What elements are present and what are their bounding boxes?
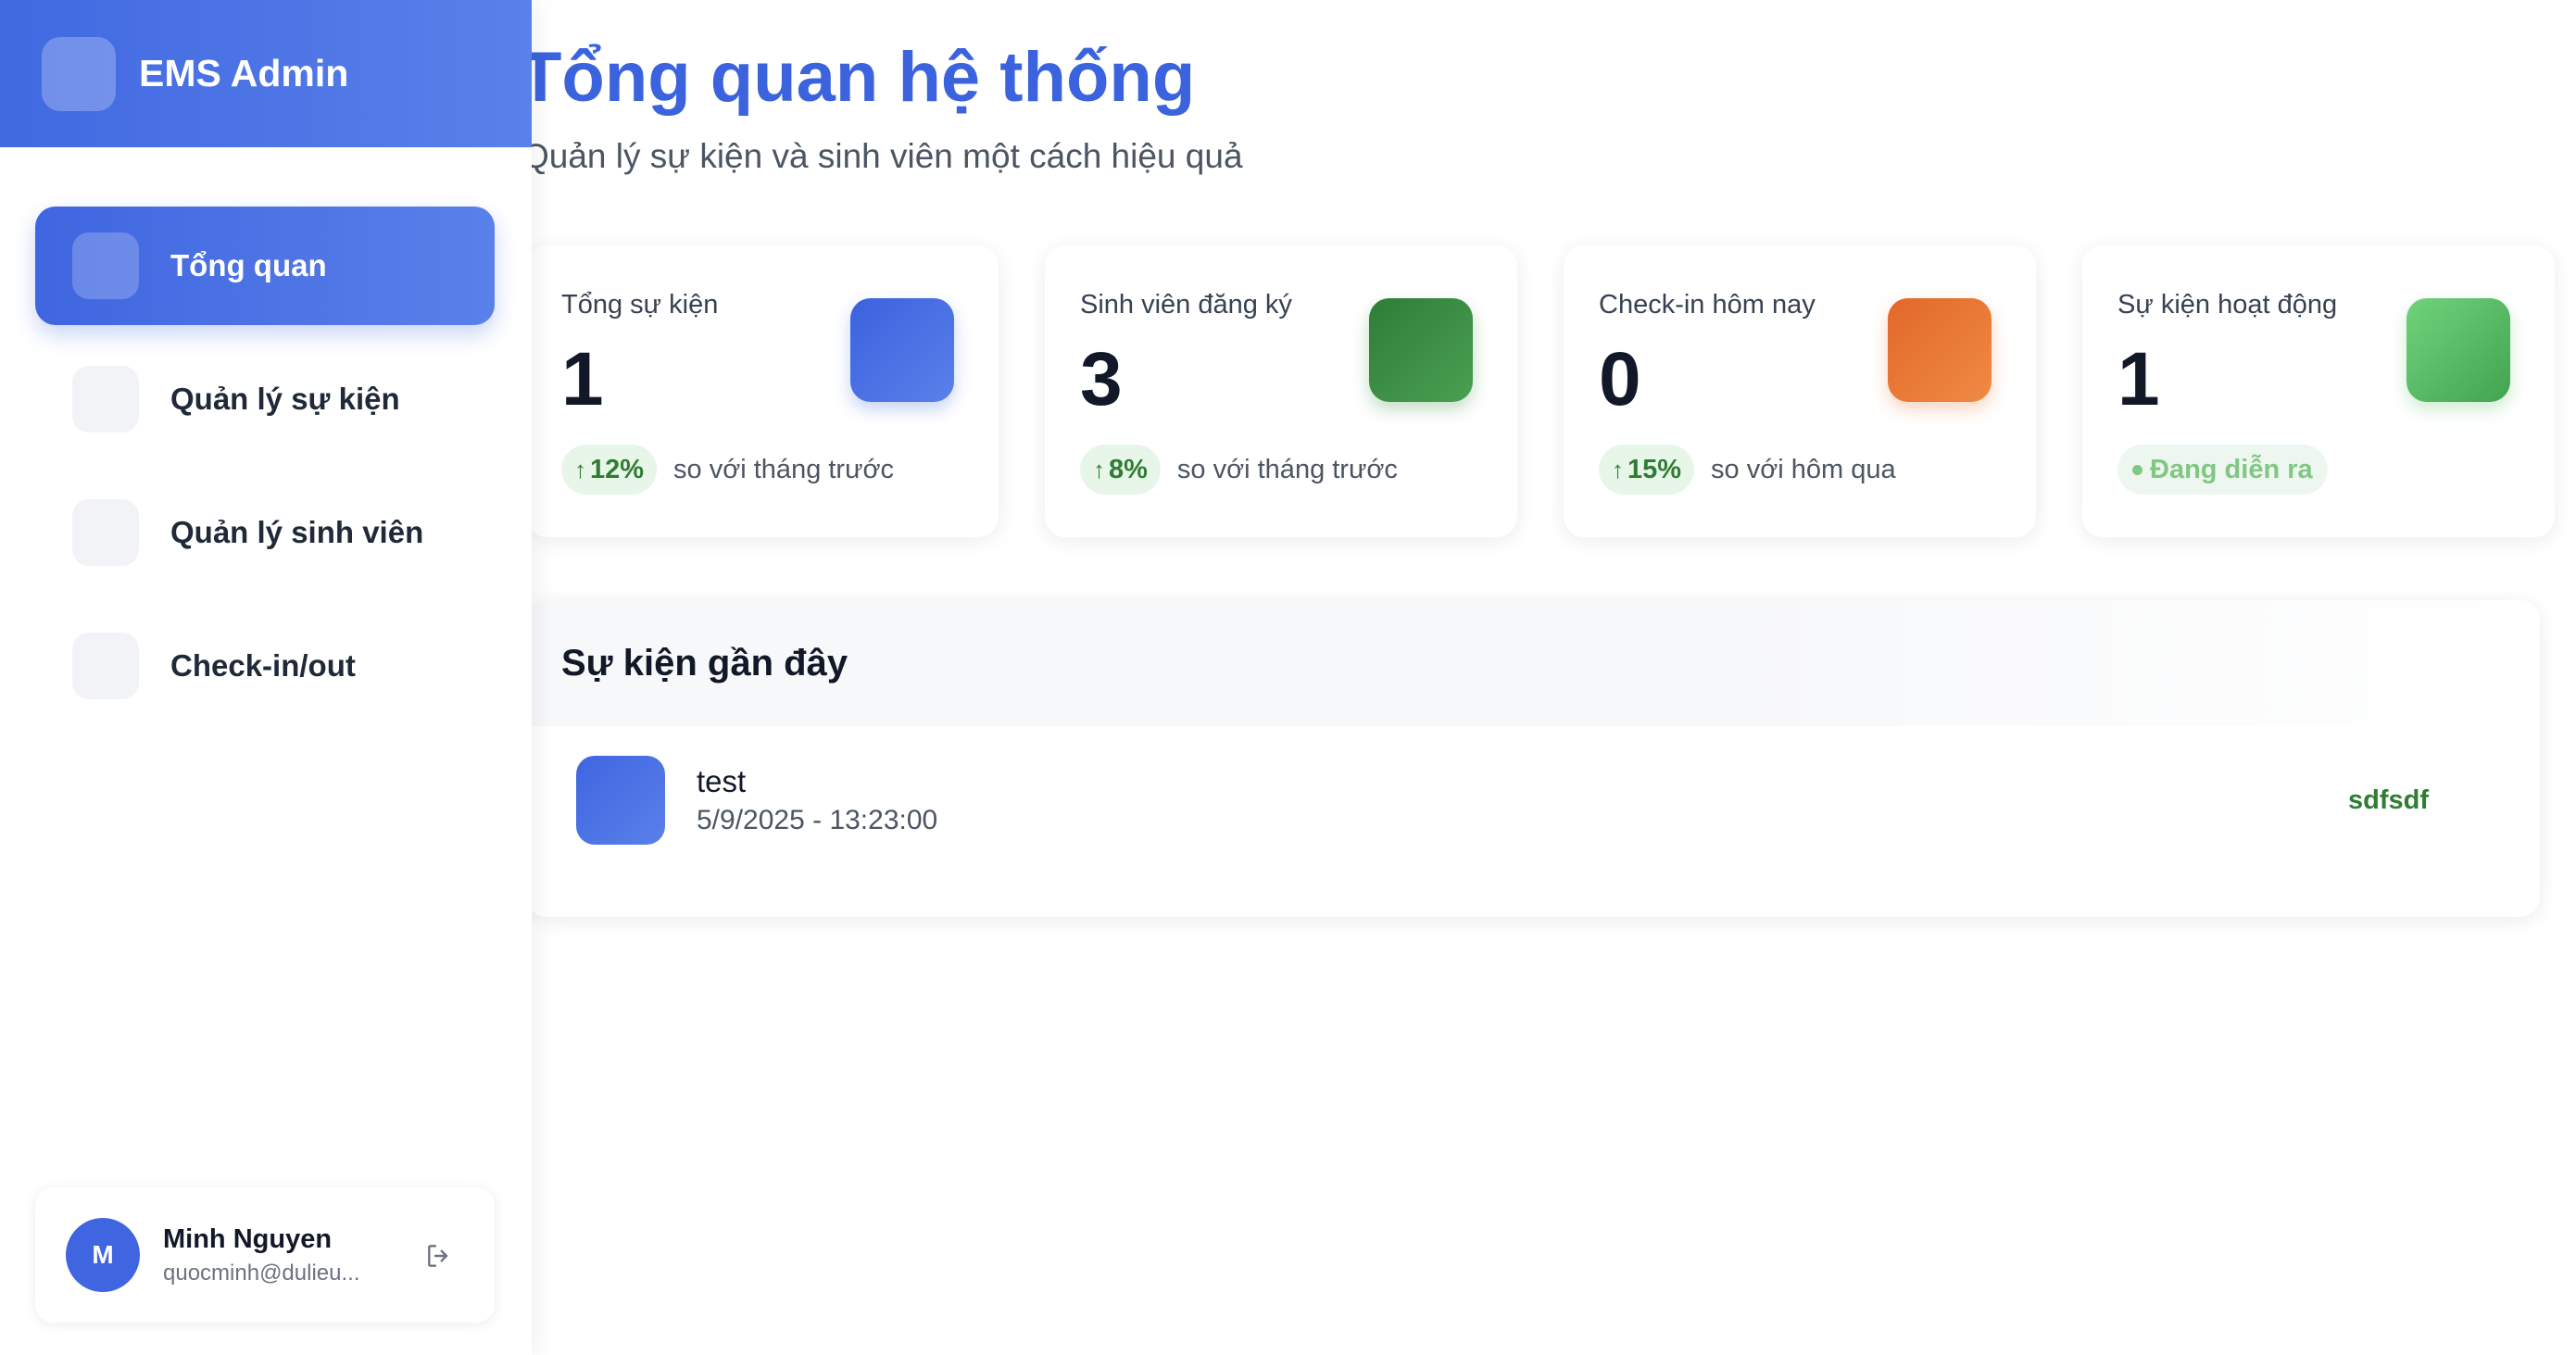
stat-value: 1 bbox=[561, 337, 604, 421]
user-info: Minh Nguyen quocminh@dulieu... bbox=[163, 1224, 376, 1286]
page-title: Tổng quan hệ thống bbox=[519, 38, 1196, 117]
sidebar-item-label: Quản lý sự kiện bbox=[170, 382, 400, 416]
user-card: M Minh Nguyen quocminh@dulieu... bbox=[35, 1187, 495, 1323]
brand-header: EMS Admin bbox=[0, 0, 532, 147]
checkin-icon bbox=[72, 633, 139, 699]
dashboard-icon bbox=[72, 232, 139, 299]
arrow-up-icon: ↑ bbox=[574, 455, 586, 483]
stat-card-active-events: Sự kiện hoạt động 1 Đang diễn ra bbox=[2082, 245, 2555, 537]
stat-label: Sự kiện hoạt động bbox=[2117, 290, 2338, 320]
sidebar-item-events[interactable]: Quản lý sự kiện bbox=[35, 340, 495, 458]
status-dot-icon bbox=[2132, 464, 2142, 475]
sidebar-item-overview[interactable]: Tổng quan bbox=[35, 207, 495, 325]
brand-title: EMS Admin bbox=[139, 52, 349, 94]
sidebar-item-label: Quản lý sinh viên bbox=[170, 515, 424, 549]
logout-icon[interactable] bbox=[424, 1241, 454, 1271]
sidebar: EMS Admin Tổng quan Quản lý sự kiện Quản… bbox=[0, 0, 532, 1355]
activity-icon bbox=[2406, 298, 2510, 402]
sidebar-item-label: Tổng quan bbox=[170, 248, 327, 282]
stat-label: Sinh viên đăng ký bbox=[1080, 290, 1292, 320]
main-content: Tổng quan hệ thống Quản lý sự kiện và si… bbox=[519, 0, 2576, 1355]
stat-label: Tổng sự kiện bbox=[561, 290, 719, 320]
arrow-up-icon: ↑ bbox=[1093, 455, 1105, 483]
sidebar-item-checkin[interactable]: Check-in/out bbox=[35, 607, 495, 725]
arrow-up-icon: ↑ bbox=[1612, 455, 1624, 483]
status-text: Đang diễn ra bbox=[2150, 454, 2313, 484]
stat-card-total-events: Tổng sự kiện 1 ↑ 12% so với tháng trước bbox=[526, 245, 999, 537]
stat-note: so với tháng trước bbox=[673, 454, 895, 484]
status-badge: Đang diễn ra bbox=[2117, 445, 2328, 495]
event-text: test 5/9/2025 - 13:23:00 bbox=[697, 764, 937, 836]
event-location: sdfsdf bbox=[2348, 785, 2429, 815]
stat-note: so với tháng trước bbox=[1176, 454, 1398, 484]
event-icon bbox=[576, 756, 665, 845]
trend-value: 12% bbox=[590, 454, 645, 484]
event-name: test bbox=[697, 764, 747, 798]
checkin-icon bbox=[1888, 298, 1992, 402]
stat-value: 0 bbox=[1599, 337, 1641, 421]
list-item[interactable]: test 5/9/2025 - 13:23:00 sdfsdf bbox=[526, 726, 2540, 874]
stat-footer: Đang diễn ra bbox=[2117, 445, 2328, 495]
users-icon bbox=[72, 499, 139, 566]
trend-badge: ↑ 15% bbox=[1599, 445, 1695, 495]
sidebar-item-label: Check-in/out bbox=[170, 648, 356, 683]
stat-label: Check-in hôm nay bbox=[1599, 290, 1816, 320]
stat-footer: ↑ 8% so với tháng trước bbox=[1080, 445, 1398, 495]
brand-logo-icon bbox=[42, 36, 116, 111]
recent-events-panel: Sự kiện gần đây test 5/9/2025 - 13:23:00… bbox=[526, 600, 2540, 917]
stat-card-registered-students: Sinh viên đăng ký 3 ↑ 8% so với tháng tr… bbox=[1045, 245, 1517, 537]
recent-events-header: Sự kiện gần đây bbox=[526, 600, 2540, 726]
page-subtitle: Quản lý sự kiện và sinh viên một cách hi… bbox=[522, 137, 1243, 175]
trend-badge: ↑ 12% bbox=[561, 445, 658, 495]
sidebar-item-students[interactable]: Quản lý sinh viên bbox=[35, 473, 495, 592]
trend-badge: ↑ 8% bbox=[1080, 445, 1161, 495]
user-name: Minh Nguyen bbox=[163, 1223, 333, 1254]
recent-events-title: Sự kiện gần đây bbox=[561, 642, 848, 684]
trend-value: 8% bbox=[1109, 454, 1148, 484]
stat-value: 1 bbox=[2117, 337, 2160, 421]
avatar: M bbox=[66, 1218, 140, 1292]
calendar-icon bbox=[72, 366, 139, 433]
stat-footer: ↑ 15% so với hôm qua bbox=[1599, 445, 1896, 495]
user-email: quocminh@dulieu... bbox=[163, 1260, 360, 1286]
calendar-icon bbox=[850, 298, 954, 402]
sidebar-nav: Tổng quan Quản lý sự kiện Quản lý sinh v… bbox=[35, 207, 495, 740]
stat-card-checkin-today: Check-in hôm nay 0 ↑ 15% so với hôm qua bbox=[1564, 245, 2036, 537]
users-icon bbox=[1369, 298, 1473, 402]
stat-footer: ↑ 12% so với tháng trước bbox=[561, 445, 894, 495]
stat-note: so với hôm qua bbox=[1711, 454, 1896, 484]
stat-value: 3 bbox=[1080, 337, 1123, 421]
event-datetime: 5/9/2025 - 13:23:00 bbox=[697, 805, 938, 835]
trend-value: 15% bbox=[1627, 454, 1682, 484]
